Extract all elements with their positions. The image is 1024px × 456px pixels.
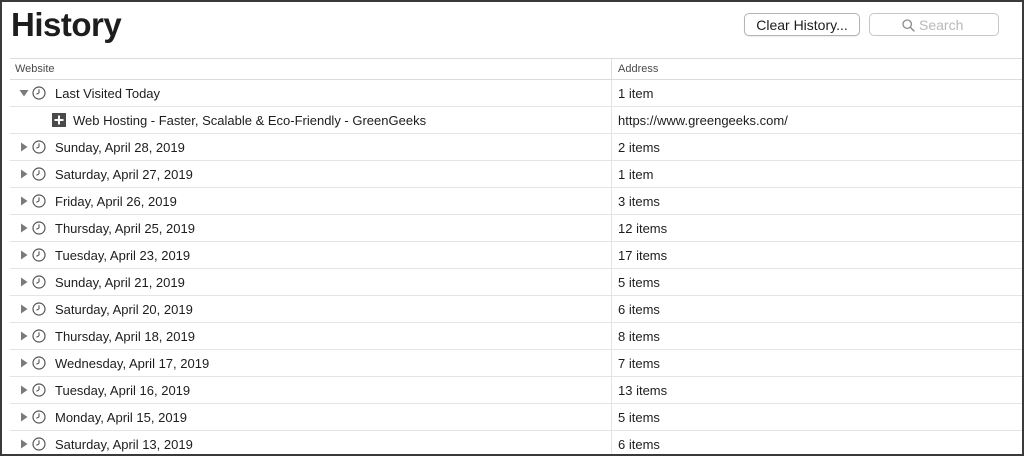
item-count: 5 items (618, 274, 660, 290)
website-cell: Tuesday, April 16, 2019 (10, 377, 612, 403)
site-title[interactable]: Web Hosting - Faster, Scalable & Eco-Fri… (73, 113, 426, 128)
group-label: Tuesday, April 23, 2019 (55, 248, 191, 263)
column-header: Website Address (10, 58, 1022, 80)
history-window: History Clear History... Website Address… (2, 2, 1022, 454)
clear-history-button[interactable]: Clear History... (744, 13, 860, 36)
item-count: 3 items (618, 193, 660, 209)
page-title: History (11, 6, 122, 43)
history-group-row[interactable]: Sunday, April 28, 2019 2 items (10, 134, 1022, 161)
item-count: 1 item (618, 166, 654, 182)
history-rows: Last Visited Today 1 item Web Hosting - Fa… (10, 80, 1022, 454)
clock-icon (32, 410, 46, 424)
history-site-row[interactable]: Web Hosting - Faster, Scalable & Eco-Fri… (10, 107, 1022, 134)
disclosure-triangle-icon[interactable] (19, 277, 29, 287)
item-count: 17 items (618, 247, 668, 263)
item-count: 8 items (618, 328, 660, 344)
disclosure-triangle-icon[interactable] (19, 223, 29, 233)
item-count: 12 items (618, 220, 668, 236)
column-header-address[interactable]: Address (612, 59, 1022, 79)
history-group-row[interactable]: Last Visited Today 1 item (10, 80, 1022, 107)
disclosure-triangle-icon[interactable] (19, 88, 29, 98)
group-label: Saturday, April 20, 2019 (55, 302, 193, 317)
clock-icon (32, 221, 46, 235)
website-cell: Sunday, April 21, 2019 (10, 269, 612, 295)
disclosure-triangle-icon[interactable] (19, 412, 29, 422)
disclosure-triangle-icon[interactable] (19, 358, 29, 368)
group-label: Monday, April 15, 2019 (55, 410, 188, 425)
disclosure-triangle-icon[interactable] (19, 142, 29, 152)
website-cell: Saturday, April 13, 2019 (10, 431, 612, 454)
disclosure-triangle-icon[interactable] (19, 196, 29, 206)
website-cell: Thursday, April 18, 2019 (10, 323, 612, 349)
disclosure-triangle-icon[interactable] (19, 331, 29, 341)
item-count: 1 item (618, 85, 654, 101)
website-cell: Saturday, April 20, 2019 (10, 296, 612, 322)
item-count: 7 items (618, 355, 660, 371)
clock-icon (32, 383, 46, 397)
site-address: https://www.greengeeks.com/ (618, 112, 788, 128)
group-label: Saturday, April 13, 2019 (55, 437, 193, 452)
item-count: 6 items (618, 436, 660, 452)
disclosure-triangle-icon[interactable] (19, 439, 29, 449)
website-cell: Tuesday, April 23, 2019 (10, 242, 612, 268)
group-label: Sunday, April 21, 2019 (55, 275, 185, 290)
website-cell: Monday, April 15, 2019 (10, 404, 612, 430)
clock-icon (32, 302, 46, 316)
disclosure-triangle-icon[interactable] (19, 250, 29, 260)
header: History Clear History... (2, 2, 1022, 58)
group-label: Friday, April 26, 2019 (55, 194, 177, 209)
clock-icon (32, 275, 46, 289)
history-group-row[interactable]: Saturday, April 13, 2019 6 items (10, 431, 1022, 454)
clock-icon (32, 86, 46, 100)
disclosure-triangle-icon[interactable] (19, 385, 29, 395)
favicon-icon (52, 113, 66, 127)
history-group-row[interactable]: Tuesday, April 23, 2019 17 items (10, 242, 1022, 269)
website-cell: Thursday, April 25, 2019 (10, 215, 612, 241)
history-group-row[interactable]: Thursday, April 25, 2019 12 items (10, 215, 1022, 242)
history-group-row[interactable]: Thursday, April 18, 2019 8 items (10, 323, 1022, 350)
clock-icon (32, 167, 46, 181)
item-count: 6 items (618, 301, 660, 317)
group-label: Thursday, April 25, 2019 (55, 221, 195, 236)
search-field[interactable] (869, 13, 999, 36)
clock-icon (32, 356, 46, 370)
disclosure-triangle-icon[interactable] (19, 169, 29, 179)
group-label: Sunday, April 28, 2019 (55, 140, 185, 155)
search-input[interactable] (919, 16, 995, 33)
column-header-website[interactable]: Website (10, 59, 612, 79)
group-label: Wednesday, April 17, 2019 (55, 356, 210, 371)
history-table: Website Address Last Visited Today 1 item… (10, 58, 1022, 454)
disclosure-triangle-icon[interactable] (19, 304, 29, 314)
history-group-row[interactable]: Saturday, April 27, 2019 1 item (10, 161, 1022, 188)
item-count: 2 items (618, 139, 660, 155)
website-cell: Web Hosting - Faster, Scalable & Eco-Fri… (10, 107, 612, 133)
search-icon (902, 19, 915, 32)
group-label: Last Visited Today (55, 86, 161, 101)
history-group-row[interactable]: Wednesday, April 17, 2019 7 items (10, 350, 1022, 377)
website-cell: Wednesday, April 17, 2019 (10, 350, 612, 376)
group-label: Thursday, April 18, 2019 (55, 329, 195, 344)
clock-icon (32, 194, 46, 208)
clock-icon (32, 248, 46, 262)
website-cell: Saturday, April 27, 2019 (10, 161, 612, 187)
clock-icon (32, 437, 46, 451)
history-group-row[interactable]: Tuesday, April 16, 2019 13 items (10, 377, 1022, 404)
clock-icon (32, 329, 46, 343)
group-label: Saturday, April 27, 2019 (55, 167, 193, 182)
website-cell: Sunday, April 28, 2019 (10, 134, 612, 160)
item-count: 13 items (618, 382, 668, 398)
website-cell: Friday, April 26, 2019 (10, 188, 612, 214)
history-group-row[interactable]: Monday, April 15, 2019 5 items (10, 404, 1022, 431)
history-group-row[interactable]: Saturday, April 20, 2019 6 items (10, 296, 1022, 323)
group-label: Tuesday, April 16, 2019 (55, 383, 191, 398)
clock-icon (32, 140, 46, 154)
item-count: 5 items (618, 409, 660, 425)
history-group-row[interactable]: Friday, April 26, 2019 3 items (10, 188, 1022, 215)
website-cell: Last Visited Today (10, 80, 612, 106)
history-group-row[interactable]: Sunday, April 21, 2019 5 items (10, 269, 1022, 296)
